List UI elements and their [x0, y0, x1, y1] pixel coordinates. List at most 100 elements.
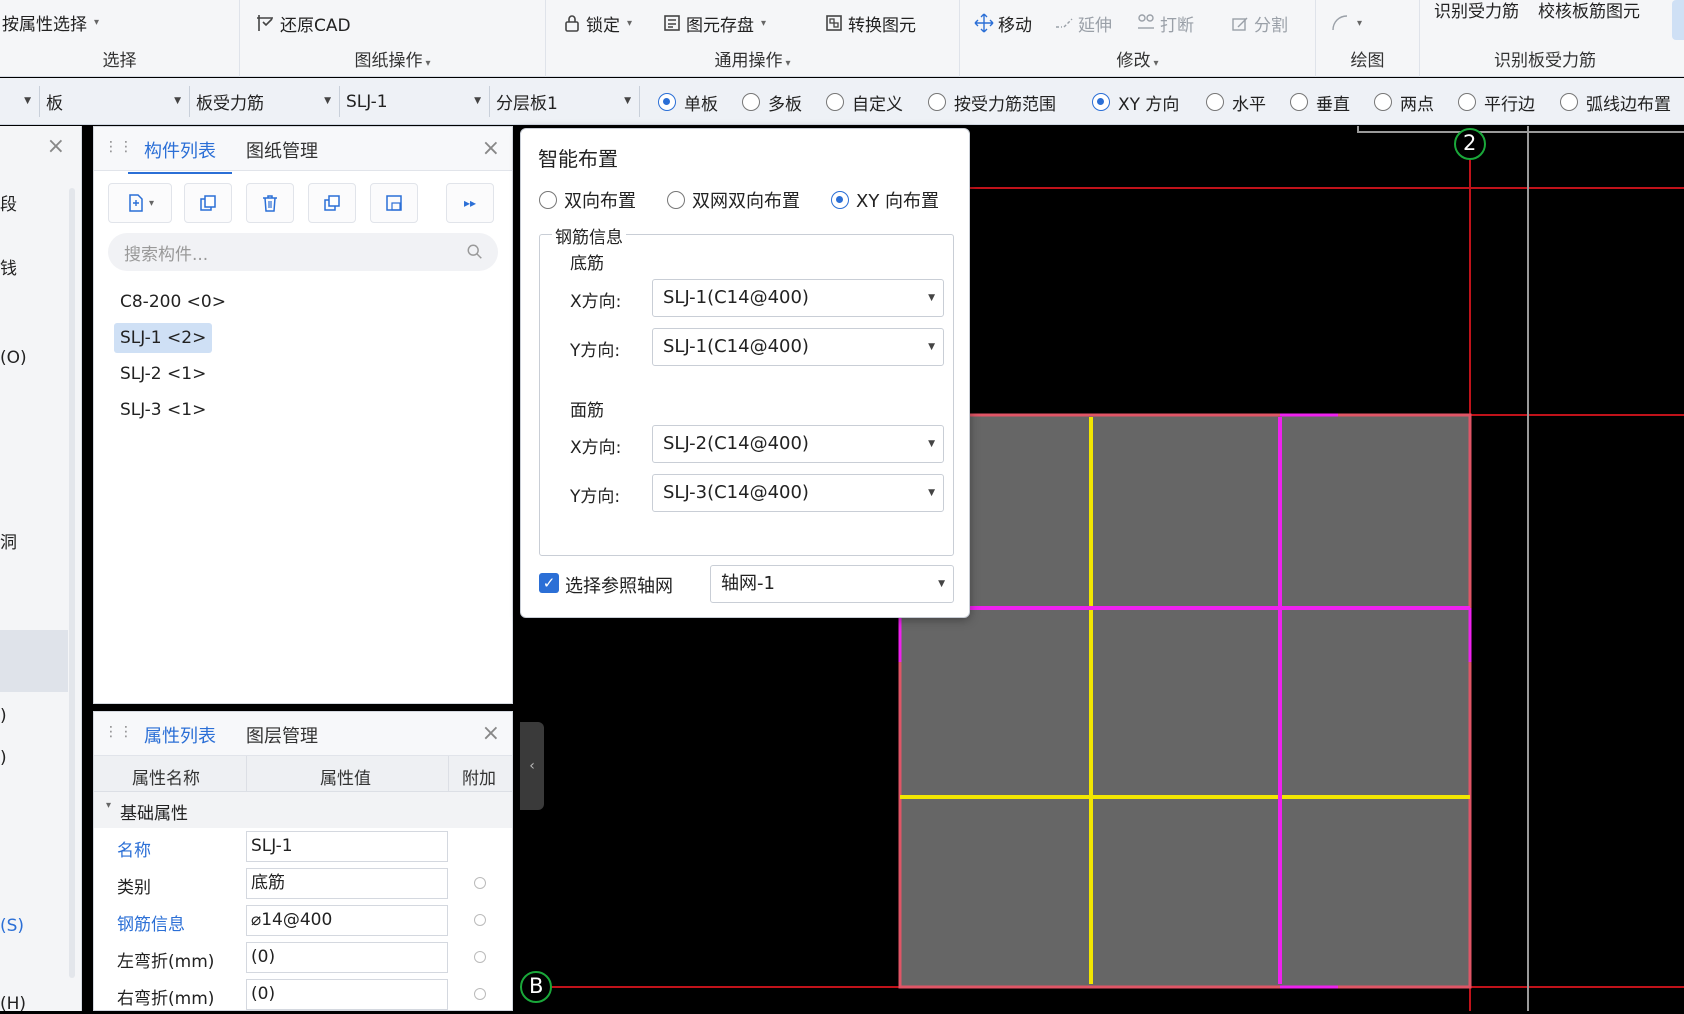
tab-component-list[interactable]: 构件列表: [128, 137, 232, 174]
drawing-ops-group-label[interactable]: 图纸操作 ▾: [240, 46, 545, 71]
left-nav-item[interactable]: ): [0, 706, 7, 726]
property-value-field[interactable]: ⌀14@400: [246, 905, 448, 936]
list-item[interactable]: SLJ-3 <1>: [114, 395, 212, 425]
radio-custom[interactable]: 自定义: [826, 90, 903, 115]
break-icon: [1136, 13, 1156, 33]
search-icon[interactable]: [466, 243, 484, 266]
restore-cad-button[interactable]: 还原CAD: [256, 8, 351, 38]
extra-indicator[interactable]: [474, 988, 486, 1000]
save-template-button[interactable]: [370, 183, 418, 223]
radio-two-points[interactable]: 两点: [1374, 90, 1434, 115]
element-subtype-dropdown[interactable]: 板受力筋 ▼: [190, 86, 340, 117]
radio-vertical[interactable]: 垂直: [1290, 90, 1350, 115]
prefix-dropdown[interactable]: ▼: [0, 86, 40, 117]
property-value-field[interactable]: (0): [246, 979, 448, 1010]
property-value-field[interactable]: SLJ-1: [246, 831, 448, 862]
col-name-header: 属性名称: [132, 769, 200, 789]
radio-parallel-edge[interactable]: 平行边: [1458, 90, 1535, 115]
radio-single-board[interactable]: 单板: [658, 90, 718, 115]
left-nav-item[interactable]: ): [0, 748, 7, 768]
top-rebar-label: 面筋: [570, 401, 604, 421]
radio-horizontal[interactable]: 水平: [1206, 90, 1266, 115]
list-item[interactable]: C8-200 <0>: [114, 287, 232, 317]
component-search-input[interactable]: 搜索构件...: [108, 233, 498, 271]
list-item-selected[interactable]: SLJ-1 <2>: [114, 323, 213, 353]
grid-bracket: [1357, 126, 1684, 133]
radio-dot: [928, 93, 946, 111]
radio-dual-net-layout[interactable]: 双网双向布置: [667, 187, 800, 213]
dialog-title: 智能布置: [538, 147, 618, 171]
extra-indicator[interactable]: [474, 951, 486, 963]
restore-cad-icon: [256, 13, 276, 33]
extend-icon: [1054, 13, 1074, 33]
radio-two-way-layout[interactable]: 双向布置: [539, 187, 636, 213]
move-button[interactable]: 移动: [974, 8, 1032, 38]
extend-button[interactable]: 延伸: [1054, 8, 1112, 38]
bottom-rebar-label: 底筋: [570, 254, 604, 274]
ref-grid-select[interactable]: 轴网-1 ▼: [710, 565, 954, 603]
bottom-y-select[interactable]: SLJ-1(C14@400) ▼: [652, 328, 944, 366]
left-nav-selected-row[interactable]: [0, 630, 68, 692]
verify-rebar-button[interactable]: 校核板筋图元: [1538, 0, 1640, 24]
property-value-field[interactable]: 底筋: [246, 868, 448, 899]
left-nav-item[interactable]: 段: [0, 190, 17, 215]
top-x-select[interactable]: SLJ-2(C14@400) ▼: [652, 425, 944, 463]
list-item[interactable]: SLJ-2 <1>: [114, 359, 212, 389]
general-ops-group-label[interactable]: 通用操作 ▾: [546, 46, 959, 71]
radio-dot: [826, 93, 844, 111]
chevron-down-icon: ▾: [1357, 17, 1363, 29]
break-button[interactable]: 打断: [1136, 8, 1194, 38]
property-group-basic[interactable]: ▾ 基础属性: [94, 792, 512, 828]
radio-dot: [1092, 93, 1110, 111]
collapse-panel-handle[interactable]: ‹: [520, 722, 544, 810]
ribbon-overflow-button[interactable]: [1672, 0, 1684, 40]
layer-dropdown[interactable]: 分层板1 ▼: [490, 86, 640, 117]
left-panel-close-icon[interactable]: ×: [47, 134, 65, 159]
property-row-name: 名称 SLJ-1: [94, 828, 512, 865]
select-by-attribute-button[interactable]: 按属性选择 ▾: [2, 7, 99, 37]
bottom-x-select[interactable]: SLJ-1(C14@400) ▼: [652, 279, 944, 317]
lock-button[interactable]: 锁定 ▾: [562, 8, 632, 38]
radio-multi-board[interactable]: 多板: [742, 90, 802, 115]
left-nav-item[interactable]: (H): [0, 994, 26, 1014]
element-type-dropdown[interactable]: 板 ▼: [40, 86, 190, 117]
identify-rebar-group: 识别受力筋 校核板筋图元 识别板受力筋: [1420, 0, 1670, 77]
split-button[interactable]: 分割: [1230, 8, 1288, 38]
arc-draw-button[interactable]: ▾: [1330, 8, 1362, 38]
component-dropdown[interactable]: SLJ-1 ▼: [340, 86, 490, 117]
tab-property-list[interactable]: 属性列表: [128, 722, 232, 759]
tab-drawing-management[interactable]: 图纸管理: [246, 137, 318, 163]
modify-group-label[interactable]: 修改 ▾: [960, 46, 1315, 71]
radio-xy-layout[interactable]: XY 向布置: [831, 187, 939, 213]
chevron-down-icon: ▾: [148, 197, 155, 209]
extra-indicator[interactable]: [474, 877, 486, 889]
radio-arc-edge[interactable]: 弧线边布置: [1560, 90, 1671, 115]
radio-by-rebar-range[interactable]: 按受力筋范围: [928, 90, 1056, 115]
convert-element-button[interactable]: 转换图元: [824, 8, 916, 38]
left-nav-item[interactable]: 钱: [0, 254, 17, 279]
extra-indicator[interactable]: [474, 914, 486, 926]
property-value-field[interactable]: (0): [246, 942, 448, 973]
left-nav-item[interactable]: 洞: [0, 528, 17, 553]
duplicate-layer-button[interactable]: [308, 183, 356, 223]
radio-xy-direction[interactable]: XY 方向: [1092, 90, 1179, 115]
slab: [898, 413, 1472, 989]
drag-handle-icon[interactable]: ⋮⋮: [104, 139, 134, 155]
left-nav-item[interactable]: (S): [0, 916, 24, 936]
tab-layer-management[interactable]: 图层管理: [246, 722, 318, 748]
left-nav-item[interactable]: (O): [0, 348, 27, 368]
more-tools-button[interactable]: ▸▸: [446, 183, 494, 223]
copy-component-button[interactable]: [184, 183, 232, 223]
drag-handle-icon[interactable]: ⋮⋮: [104, 724, 134, 740]
radio-dot: [1206, 93, 1224, 111]
new-file-icon: [126, 193, 146, 213]
save-element-button[interactable]: 图元存盘 ▾: [662, 8, 766, 38]
close-icon[interactable]: ×: [482, 136, 500, 161]
delete-component-button[interactable]: [246, 183, 294, 223]
close-icon[interactable]: ×: [482, 721, 500, 746]
ref-grid-checkbox[interactable]: ✓: [539, 573, 559, 593]
left-panel-scrollbar[interactable]: [69, 188, 75, 978]
identify-rebar-button[interactable]: 识别受力筋: [1434, 0, 1519, 24]
new-component-button[interactable]: ▾: [108, 183, 172, 223]
top-y-select[interactable]: SLJ-3(C14@400) ▼: [652, 474, 944, 512]
